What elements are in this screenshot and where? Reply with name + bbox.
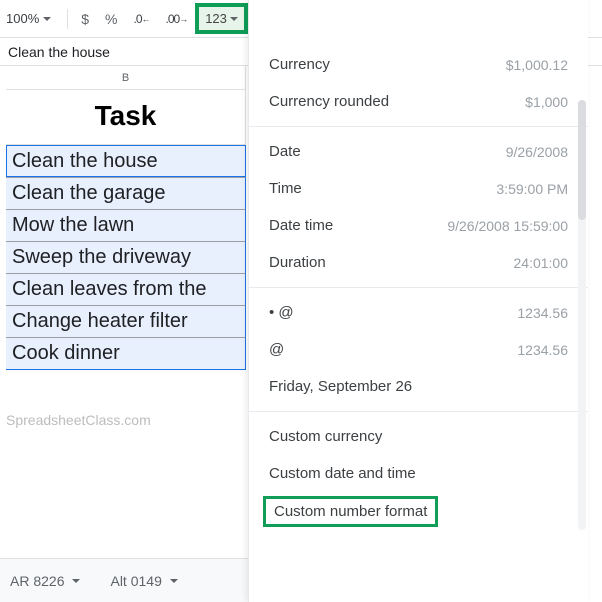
menu-item-custom-datetime[interactable]: Custom date and time — [249, 455, 588, 492]
decrease-decimal-button[interactable]: .0 ← — [127, 7, 157, 31]
header-cell[interactable]: Task — [6, 90, 246, 145]
menu-item-duration[interactable]: Duration 24:01:00 — [249, 244, 588, 281]
zoom-value: 100% — [6, 11, 39, 26]
chevron-down-icon — [43, 17, 51, 21]
cell[interactable]: Clean the house — [6, 145, 246, 177]
menu-separator — [249, 287, 588, 288]
status-chip-right[interactable]: Alt 0149 — [110, 573, 177, 589]
cell[interactable]: Cook dinner — [6, 337, 246, 370]
chevron-down-icon — [170, 579, 178, 583]
menu-separator — [249, 411, 588, 412]
cell[interactable]: Sweep the driveway — [6, 241, 246, 273]
cell[interactable]: Clean the garage — [6, 177, 246, 209]
zoom-dropdown[interactable]: 100% — [6, 11, 61, 26]
currency-format-button[interactable]: $ — [74, 6, 96, 32]
menu-item-currency-rounded[interactable]: Currency rounded $1,000 — [249, 83, 588, 120]
more-formats-button[interactable]: 123 — [196, 4, 247, 33]
status-chip-left[interactable]: AR 8226 — [10, 573, 80, 589]
cell[interactable]: Change heater filter — [6, 305, 246, 337]
menu-item-currency[interactable]: Currency $1,000.12 — [249, 46, 588, 83]
column-header-b[interactable]: B — [6, 66, 246, 90]
scroll-thumb[interactable] — [578, 100, 586, 220]
status-bar: AR 8226 Alt 0149 — [0, 558, 248, 602]
menu-item-date[interactable]: Date 9/26/2008 — [249, 133, 588, 170]
menu-item-friday[interactable]: Friday, September 26 — [249, 368, 588, 405]
menu-item-bullet-at[interactable]: • @ 1234.56 — [249, 294, 588, 331]
chevron-down-icon — [230, 17, 238, 21]
menu-item-datetime[interactable]: Date time 9/26/2008 15:59:00 — [249, 207, 588, 244]
menu-item-custom-currency[interactable]: Custom currency — [249, 418, 588, 455]
menu-item-time[interactable]: Time 3:59:00 PM — [249, 170, 588, 207]
menu-separator — [249, 126, 588, 127]
menu-item-custom-number-format[interactable]: Custom number format — [263, 496, 438, 527]
chevron-down-icon — [72, 579, 80, 583]
number-format-menu: Currency $1,000.12 Currency rounded $1,0… — [248, 0, 588, 602]
increase-decimal-button[interactable]: .00 → — [159, 7, 195, 31]
separator — [67, 9, 68, 29]
menu-scrollbar[interactable] — [578, 100, 586, 530]
format-button-label: 123 — [205, 11, 227, 26]
percent-format-button[interactable]: % — [98, 6, 124, 32]
menu-item-at[interactable]: @ 1234.56 — [249, 331, 588, 368]
cell[interactable]: Mow the lawn — [6, 209, 246, 241]
formula-bar-content: Clean the house — [8, 44, 110, 60]
cell[interactable]: Clean leaves from the — [6, 273, 246, 305]
